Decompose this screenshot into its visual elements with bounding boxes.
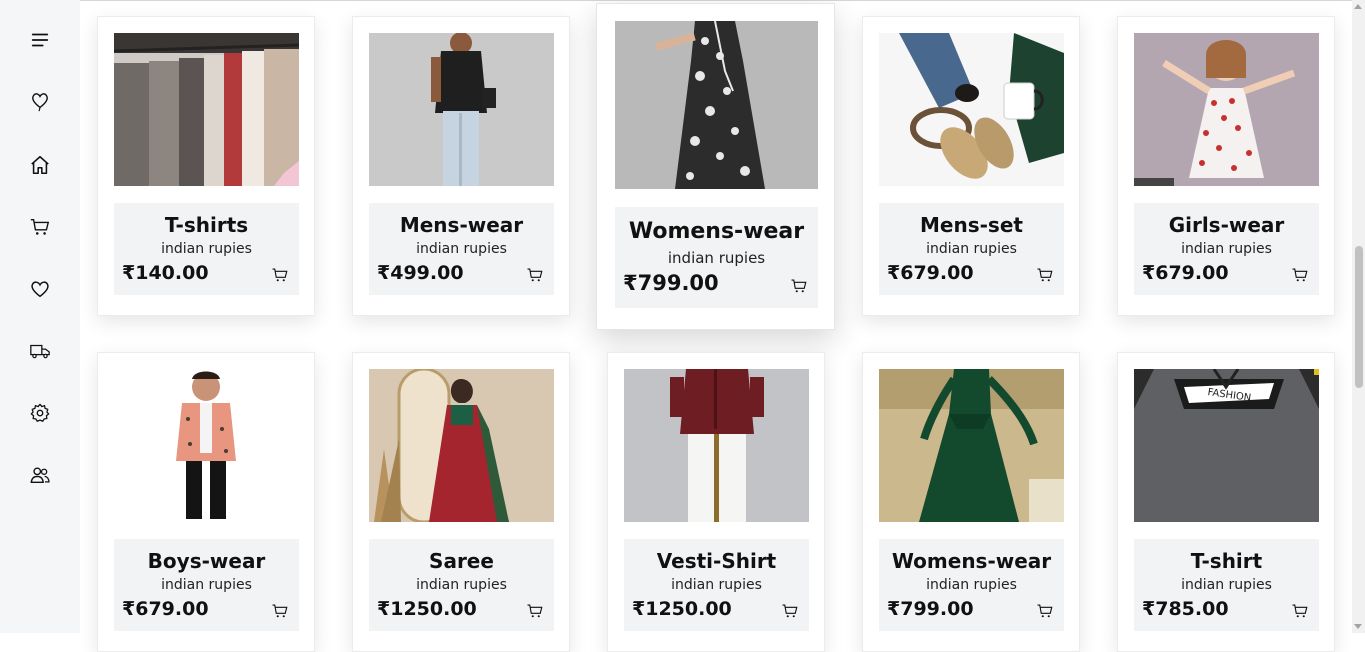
product-price: ₹679.00 (122, 598, 209, 620)
product-subtitle: indian rupies (416, 241, 507, 257)
product-price: ₹140.00 (122, 262, 209, 284)
add-to-cart-icon[interactable] (526, 266, 544, 284)
product-price: ₹785.00 (1142, 598, 1229, 620)
add-to-cart-icon[interactable] (1036, 602, 1054, 620)
settings-icon[interactable] (28, 401, 52, 425)
product-price: ₹679.00 (1142, 262, 1229, 284)
product-image[interactable] (114, 33, 299, 186)
add-to-cart-icon[interactable] (1291, 266, 1309, 284)
product-subtitle: indian rupies (926, 241, 1017, 257)
product-card[interactable]: Mens-set indian rupies ₹679.00 (862, 16, 1080, 316)
add-to-cart-icon[interactable] (271, 266, 289, 284)
add-to-cart-icon[interactable] (1036, 266, 1054, 284)
product-info: Mens-set indian rupies ₹679.00 (879, 203, 1064, 295)
product-price: ₹499.00 (377, 262, 464, 284)
product-subtitle: indian rupies (161, 577, 252, 593)
product-title: Boys-wear (147, 549, 266, 573)
product-image[interactable] (1134, 33, 1319, 186)
menu-icon[interactable] (28, 28, 52, 52)
home-icon[interactable] (28, 153, 52, 177)
product-subtitle: indian rupies (416, 577, 507, 593)
product-info: Mens-wear indian rupies ₹499.00 (369, 203, 554, 295)
product-card[interactable]: Boys-wear indian rupies ₹679.00 (97, 352, 315, 652)
add-to-cart-icon[interactable] (1291, 602, 1309, 620)
product-image[interactable] (624, 369, 809, 522)
product-title: Womens-wear (891, 549, 1052, 573)
product-title: Girls-wear (1168, 213, 1285, 237)
product-card[interactable]: Mens-wear indian rupies ₹499.00 (352, 16, 570, 316)
product-info: Saree indian rupies ₹1250.00 (369, 539, 554, 631)
product-info: Boys-wear indian rupies ₹679.00 (114, 539, 299, 631)
add-to-cart-icon[interactable] (526, 602, 544, 620)
product-info: T-shirts indian rupies ₹140.00 (114, 203, 299, 295)
product-card[interactable]: Saree indian rupies ₹1250.00 (352, 352, 570, 652)
add-to-cart-icon[interactable] (271, 602, 289, 620)
product-subtitle: indian rupies (926, 577, 1017, 593)
product-price: ₹679.00 (887, 262, 974, 284)
product-image[interactable] (879, 369, 1064, 522)
product-title: Vesti-Shirt (656, 549, 777, 573)
add-to-cart-icon[interactable] (781, 602, 799, 620)
product-info: Girls-wear indian rupies ₹679.00 (1134, 203, 1319, 295)
heart-icon[interactable] (28, 277, 52, 301)
product-subtitle: indian rupies (671, 577, 762, 593)
product-subtitle: indian rupies (667, 249, 766, 267)
product-subtitle: indian rupies (1181, 577, 1272, 593)
product-title: T-shirts (164, 213, 249, 237)
product-subtitle: indian rupies (1181, 241, 1272, 257)
product-title: Womens-wear (628, 219, 805, 244)
product-card[interactable]: Womens-wear indian rupies ₹799.00 (596, 3, 835, 330)
product-info: Vesti-Shirt indian rupies ₹1250.00 (624, 539, 809, 631)
add-to-cart-icon[interactable] (790, 277, 808, 295)
product-info: Womens-wear indian rupies ₹799.00 (615, 207, 818, 308)
product-price: ₹1250.00 (632, 598, 732, 620)
product-image[interactable] (369, 369, 554, 522)
product-info: T-shirt indian rupies ₹785.00 (1134, 539, 1319, 631)
product-title: Mens-wear (399, 213, 524, 237)
sidebar (0, 0, 80, 633)
product-card[interactable]: Vesti-Shirt indian rupies ₹1250.00 (607, 352, 825, 652)
product-title: Saree (429, 549, 494, 573)
scrollbar-thumb[interactable] (1355, 246, 1363, 388)
product-image[interactable]: FASHION (1134, 369, 1319, 522)
cart-icon[interactable] (28, 215, 52, 239)
scroll-down-arrow[interactable] (1354, 624, 1362, 629)
top-border (0, 0, 1365, 1)
product-image[interactable] (114, 369, 299, 522)
product-price: ₹799.00 (887, 598, 974, 620)
product-price: ₹799.00 (623, 271, 719, 295)
truck-icon[interactable] (28, 339, 52, 363)
product-title: T-shirt (1190, 549, 1263, 573)
balloon-heart-icon[interactable] (28, 89, 52, 113)
product-card[interactable]: Girls-wear indian rupies ₹679.00 (1117, 16, 1335, 316)
product-image[interactable] (369, 33, 554, 186)
product-subtitle: indian rupies (161, 241, 252, 257)
scroll-up-arrow[interactable] (1354, 4, 1362, 9)
product-title: Mens-set (920, 213, 1023, 237)
product-card[interactable]: Womens-wear indian rupies ₹799.00 (862, 352, 1080, 652)
product-price: ₹1250.00 (377, 598, 477, 620)
product-image[interactable] (879, 33, 1064, 186)
product-image[interactable] (615, 21, 818, 189)
users-icon[interactable] (28, 463, 52, 487)
product-card[interactable]: T-shirts indian rupies ₹140.00 (97, 16, 315, 316)
scrollbar[interactable] (1352, 0, 1365, 633)
product-info: Womens-wear indian rupies ₹799.00 (879, 539, 1064, 631)
product-card[interactable]: FASHION T-shirt indian rupies ₹785.00 (1117, 352, 1335, 652)
